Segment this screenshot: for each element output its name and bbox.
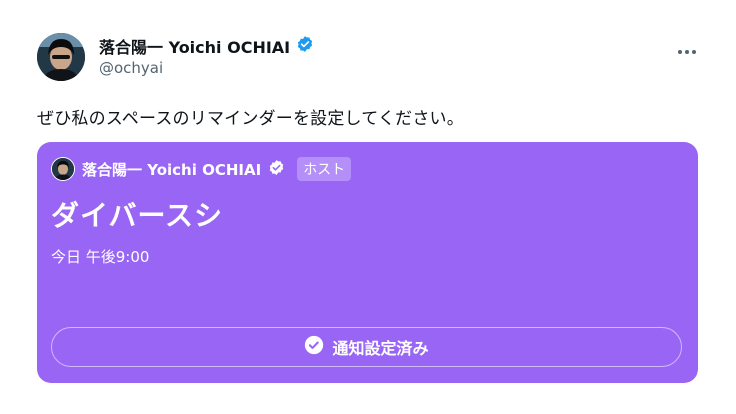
host-badge: ホスト bbox=[297, 157, 352, 181]
reminder-button-label: 通知設定済み bbox=[332, 339, 429, 358]
author-name[interactable]: 落合陽一 Yoichi OCHIAI bbox=[99, 34, 290, 58]
space-scheduled-time: 今日 午後9:00 bbox=[51, 248, 150, 266]
more-horizontal-icon[interactable] bbox=[672, 40, 702, 64]
space-host-row: 落合陽一 Yoichi OCHIAI ホスト bbox=[51, 156, 352, 182]
verified-badge-icon bbox=[296, 35, 314, 57]
reminder-set-button[interactable]: 通知設定済み bbox=[51, 327, 682, 367]
tweet-text: ぜひ私のスペースのリマインダーを設定してください。 bbox=[37, 109, 464, 129]
avatar[interactable] bbox=[37, 33, 85, 81]
space-card[interactable]: 落合陽一 Yoichi OCHIAI ホスト ダイバースシ 今日 午後9:00 … bbox=[37, 142, 698, 383]
author-name-row[interactable]: 落合陽一 Yoichi OCHIAI bbox=[99, 34, 314, 58]
check-circle-icon bbox=[304, 335, 324, 359]
host-name: 落合陽一 Yoichi OCHIAI bbox=[82, 160, 262, 179]
author-handle[interactable]: @ochyai bbox=[99, 59, 163, 77]
space-title: ダイバースシ bbox=[51, 199, 224, 232]
verified-badge-icon bbox=[268, 159, 285, 180]
host-avatar bbox=[51, 157, 75, 181]
